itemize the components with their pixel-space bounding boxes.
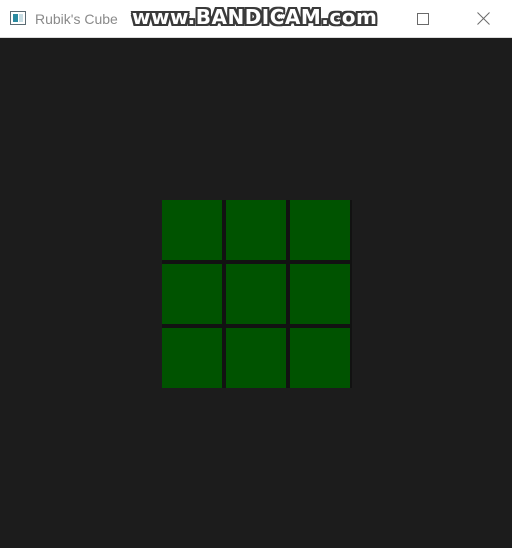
cube-sticker[interactable] [290, 200, 350, 260]
cube-sticker[interactable] [162, 264, 222, 324]
cube-sticker[interactable] [226, 264, 286, 324]
window-title: Rubik's Cube [35, 11, 118, 27]
app-window-icon [10, 11, 26, 25]
title-bar[interactable]: Rubik's Cube www.BANDICAM.com [0, 0, 512, 38]
render-canvas[interactable] [0, 38, 512, 548]
cube-sticker[interactable] [162, 328, 222, 388]
recorder-watermark: www.BANDICAM.com [132, 5, 378, 29]
cube-sticker[interactable] [162, 200, 222, 260]
close-button[interactable] [460, 0, 506, 37]
app-window: Rubik's Cube www.BANDICAM.com [0, 0, 512, 548]
cube-face[interactable] [162, 200, 352, 388]
cube-sticker[interactable] [290, 328, 350, 388]
cube-sticker[interactable] [226, 200, 286, 260]
cube-sticker[interactable] [226, 328, 286, 388]
maximize-icon [417, 12, 429, 25]
maximize-button[interactable] [400, 0, 446, 37]
close-icon [476, 12, 490, 25]
cube-sticker[interactable] [290, 264, 350, 324]
